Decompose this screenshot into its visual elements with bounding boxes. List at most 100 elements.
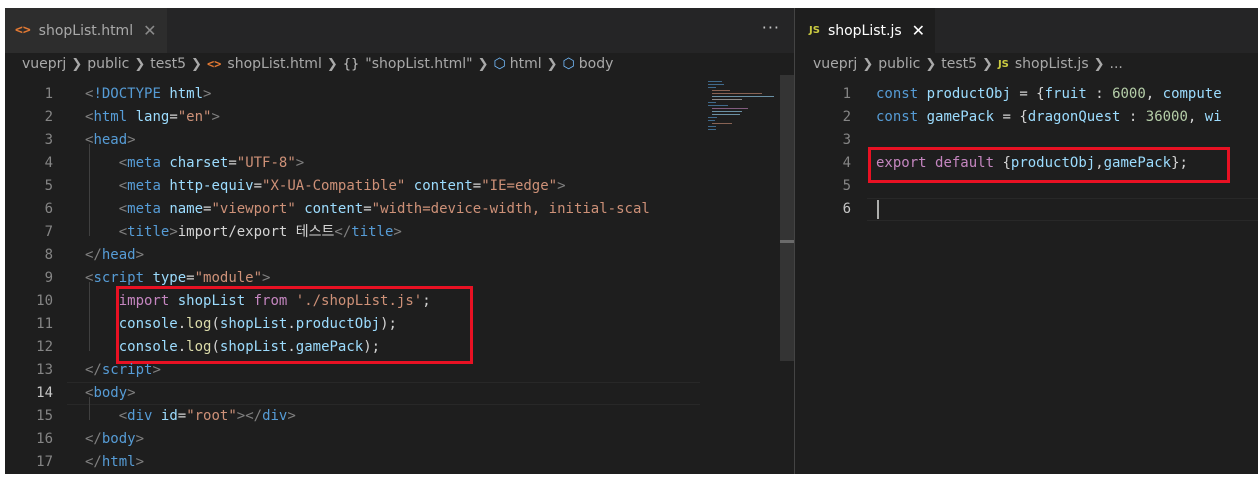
code-line[interactable]: 3 <head>	[5, 129, 700, 152]
code-line[interactable]: 3	[795, 129, 1258, 152]
code-text: console.log(shopList.gamePack);	[85, 336, 380, 359]
code-token: gamePack	[1103, 155, 1172, 171]
code-line[interactable]: 16 </body>	[5, 428, 700, 451]
minimap-line	[708, 87, 716, 88]
breadcrumb: vueprj ❯ public ❯ test5 ❯ JS shopList.js…	[813, 53, 1253, 75]
minimap-line	[708, 120, 715, 121]
line-number: 10	[36, 293, 53, 309]
scrollbar-thumb[interactable]	[780, 75, 794, 361]
close-icon[interactable]: ✕	[143, 21, 156, 40]
code-token: name	[169, 201, 204, 217]
breadcrumb-item[interactable]: public	[878, 56, 920, 72]
chevron-right-icon: ❯	[925, 56, 937, 72]
cube-icon: ⬡	[562, 56, 575, 72]
code-line[interactable]: 13 </script>	[5, 359, 700, 382]
code-token: >	[211, 109, 220, 125]
code-text: <meta http-equiv="X-UA-Compatible" conte…	[85, 175, 566, 198]
tab-shoplist-html[interactable]: <> shopList.html ✕	[5, 8, 167, 53]
code-token: dragonQuest	[1027, 109, 1121, 125]
code-token: >	[169, 224, 178, 240]
left-tab-bar: <> shopList.html ✕ ···	[5, 8, 794, 53]
minimap-line	[708, 102, 716, 103]
breadcrumb-item[interactable]: ...	[1110, 56, 1123, 72]
code-token: {	[994, 155, 1011, 171]
minimap-line	[708, 117, 717, 118]
code-token: <	[118, 201, 128, 217]
code-token: ,	[1187, 109, 1205, 125]
code-token: head	[101, 247, 136, 263]
code-token: './shopList.js'	[295, 293, 423, 309]
code-text: </head>	[85, 244, 144, 267]
breadcrumb-item[interactable]: vueprj	[22, 56, 66, 72]
code-line[interactable]: 1 <!DOCTYPE html>	[5, 83, 700, 106]
code-line[interactable]: 7 <title>import/export 테스트</title>	[5, 221, 700, 244]
breadcrumb-item[interactable]: test5	[941, 56, 977, 72]
minimap-line	[712, 114, 740, 115]
vscode-window: <> shopList.html ✕ ··· JS shopList.js ✕ …	[5, 8, 1258, 474]
js-file-icon: JS	[809, 25, 820, 36]
code-line[interactable]: 4 export default {productObj,gamePack};	[795, 152, 1258, 175]
code-line[interactable]: 14 <body>	[5, 382, 700, 405]
code-token: =	[186, 270, 195, 286]
code-token: ></	[236, 408, 263, 424]
code-token: !DOCTYPE	[93, 86, 161, 102]
code-editor-html[interactable]: 1 <!DOCTYPE html> 2 <html lang="en"> 3 <head>…	[5, 75, 700, 474]
code-line[interactable]: 10 import shopList from './shopList.js';	[5, 290, 700, 313]
code-text: <meta name="viewport" content="width=dev…	[85, 198, 650, 221]
minimap[interactable]	[700, 75, 780, 474]
code-line[interactable]: 6	[795, 198, 1258, 221]
code-line[interactable]: 5 <meta http-equiv="X-UA-Compatible" con…	[5, 175, 700, 198]
code-line[interactable]: 9 <script type="module">	[5, 267, 700, 290]
code-token: >	[262, 270, 271, 286]
right-tab-bar: JS shopList.js ✕	[795, 8, 1258, 53]
code-token: </	[85, 431, 102, 447]
breadcrumb-item[interactable]: "shopList.html"	[365, 56, 472, 72]
code-line[interactable]: 8 </head>	[5, 244, 700, 267]
code-token: content	[413, 178, 473, 194]
code-line[interactable]: 12 console.log(shopList.gamePack);	[5, 336, 700, 359]
code-text: <html lang="en">	[85, 106, 220, 129]
code-token: >	[135, 247, 145, 263]
code-line[interactable]: 1 const productObj = {fruit : 6000, compu…	[795, 83, 1258, 106]
breadcrumb-item[interactable]: shopList.html	[227, 56, 321, 72]
code-line[interactable]: 2 const gamePack = {dragonQuest : 36000, …	[795, 106, 1258, 129]
code-token: "root"	[186, 408, 237, 424]
code-line[interactable]: 2 <html lang="en">	[5, 106, 700, 129]
code-line[interactable]: 11 console.log(shopList.productObj);	[5, 313, 700, 336]
code-token: console	[118, 316, 178, 332]
code-token: meta	[127, 155, 161, 171]
code-line[interactable]: 5	[795, 175, 1258, 198]
breadcrumb-item[interactable]: html	[510, 56, 542, 72]
code-token: "viewport"	[211, 201, 296, 217]
code-token: >	[287, 408, 296, 424]
code-editor-js[interactable]: 1 const productObj = {fruit : 6000, compu…	[795, 75, 1258, 474]
code-token: "en"	[177, 109, 212, 125]
breadcrumb-item[interactable]: shopList.js	[1015, 56, 1089, 72]
breadcrumb-item[interactable]: test5	[150, 56, 186, 72]
close-icon[interactable]: ✕	[912, 21, 925, 40]
code-token: 36000	[1145, 109, 1188, 125]
code-token: (	[211, 339, 220, 355]
code-token: =	[228, 155, 237, 171]
breadcrumb-item[interactable]: public	[87, 56, 129, 72]
breadcrumb-item[interactable]: vueprj	[813, 56, 857, 72]
minimap-line	[708, 126, 716, 127]
more-actions-button[interactable]: ···	[762, 18, 780, 37]
tab-shoplist-js[interactable]: JS shopList.js ✕	[795, 8, 935, 53]
code-token: =	[472, 178, 482, 194]
code-line[interactable]: 17 </html>	[5, 451, 700, 474]
code-line[interactable]: 4 <meta charset="UTF-8">	[5, 152, 700, 175]
code-line[interactable]: 6 <meta name="viewport" content="width=d…	[5, 198, 700, 221]
code-token: productObj	[1010, 155, 1096, 171]
code-line[interactable]: 15 <div id="root"></div>	[5, 405, 700, 428]
vertical-scrollbar[interactable]	[780, 75, 794, 474]
breadcrumb-item[interactable]: body	[579, 56, 614, 72]
line-number: 2	[44, 109, 53, 125]
